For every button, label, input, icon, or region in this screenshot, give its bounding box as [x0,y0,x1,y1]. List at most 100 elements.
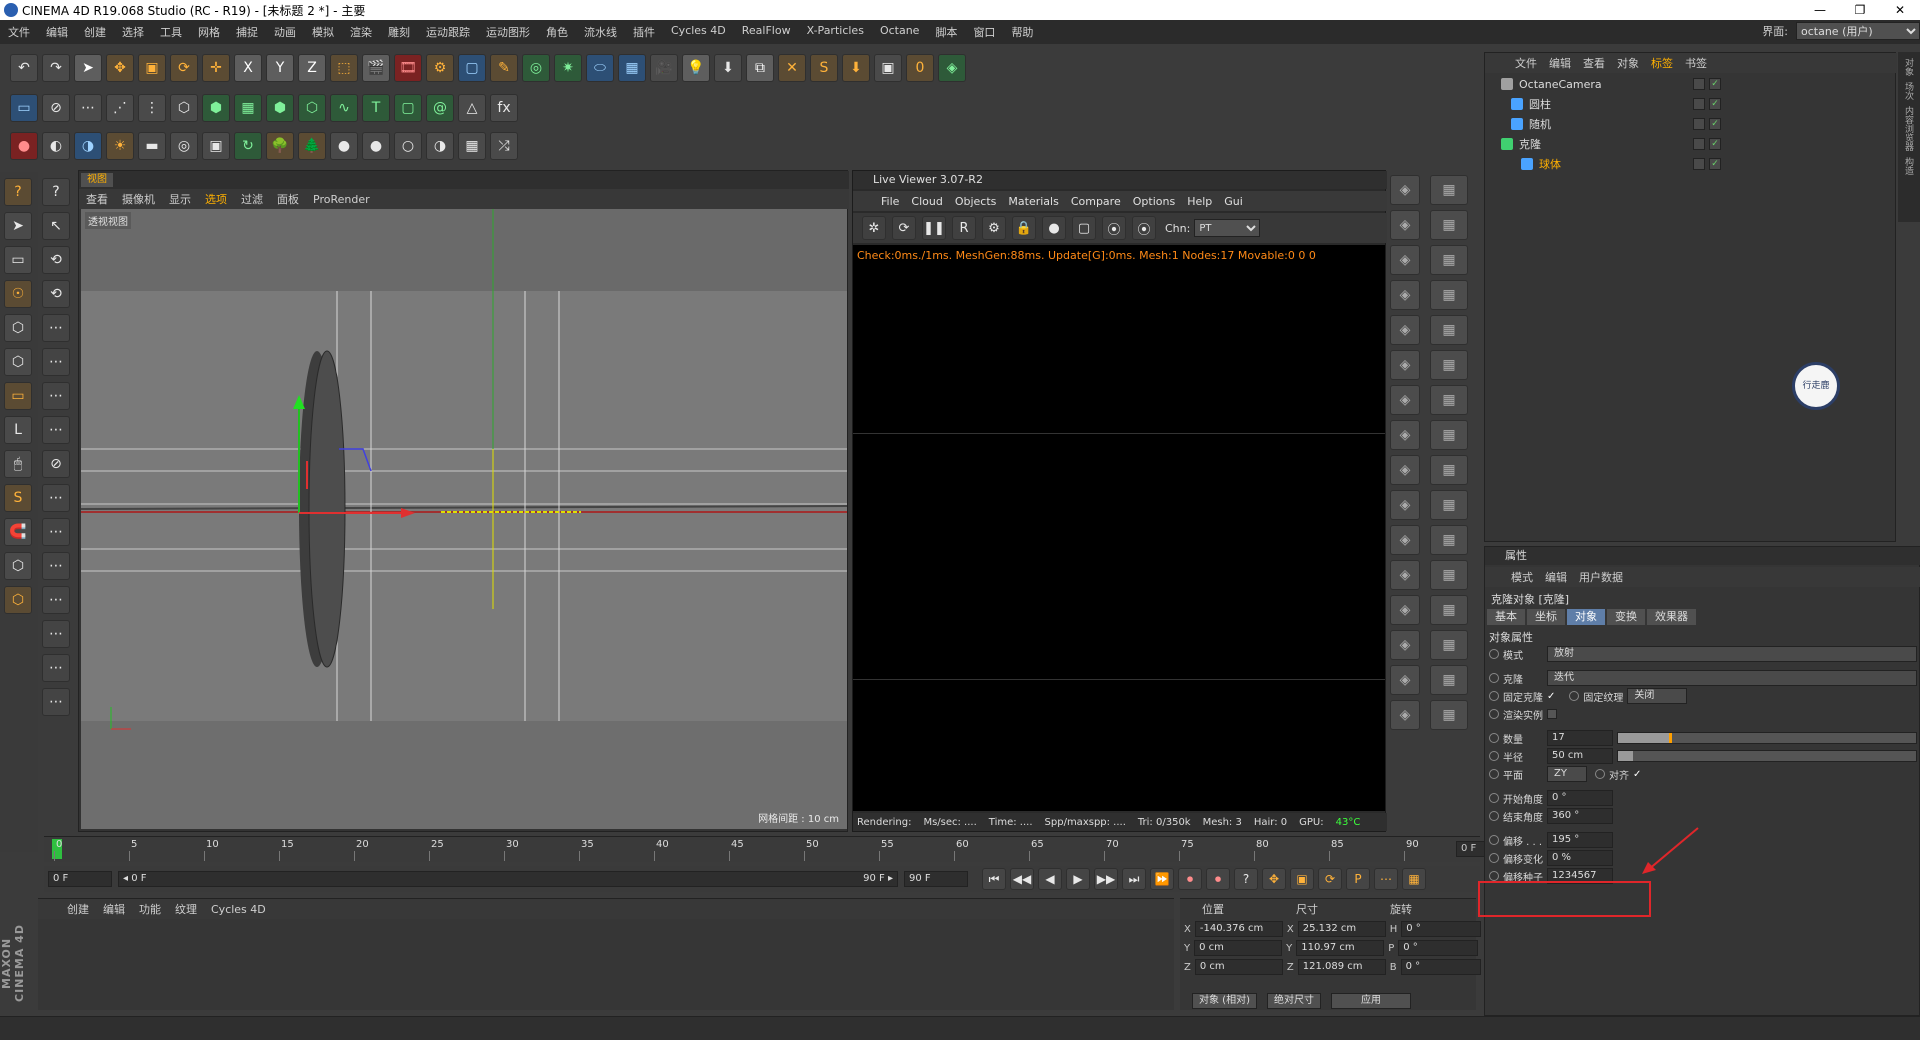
download-icon[interactable]: ⬇ [714,54,742,82]
transport-icon[interactable]: ⋯ [1374,868,1398,890]
live-viewer-tool-icon[interactable]: ⦿ [1102,216,1126,240]
left-tool-icon[interactable]: ? [42,178,70,206]
left-tool-icon[interactable]: ⬡ [4,552,32,580]
render-settings-icon[interactable]: ⚙ [426,54,454,82]
size-field[interactable]: 110.97 cm [1296,940,1385,956]
live-viewer-menu-item[interactable]: Cloud [905,195,948,208]
grid-icon[interactable]: ▦ [234,94,262,122]
octane-tool-icon[interactable]: ◈ [1390,385,1420,415]
enabled-check[interactable]: ✓ [1709,138,1721,150]
left-tool-icon[interactable]: ⋯ [42,688,70,716]
text-icon[interactable]: T [362,94,390,122]
render-instance-checkbox[interactable] [1547,709,1557,719]
live-viewer-menu-item[interactable]: Objects [949,195,1003,208]
object-row[interactable]: 随机 ✓ [1501,115,1891,133]
octane-tool-icon[interactable]: ◈ [1390,455,1420,485]
live-move-icon[interactable]: ✛ [202,54,230,82]
left-tool-icon[interactable]: S [4,484,32,512]
octane-tool-icon[interactable]: ▦ [1430,385,1468,415]
material-menu-item[interactable]: 创建 [60,901,96,917]
live-viewer-tool-icon[interactable]: ⦿ [1132,216,1156,240]
left-tool-icon[interactable]: ⋯ [42,382,70,410]
transport-icon[interactable]: ◀◀ [1010,868,1034,890]
shuffle-icon[interactable]: ⤮ [490,132,518,160]
rect-light-icon[interactable]: ▬ [138,132,166,160]
attributes-tab[interactable]: 基本 [1487,609,1525,625]
start-angle-field[interactable]: 0 ° [1547,790,1613,806]
spline-icon[interactable]: ∿ [330,94,358,122]
end-frame-field[interactable]: 90 F [904,871,968,887]
material-menu-item[interactable]: 纹理 [168,901,204,917]
attributes-tab[interactable]: 对象 [1567,609,1605,625]
cube-icon[interactable]: ▢ [458,54,486,82]
undo-icon[interactable]: ↶ [10,54,38,82]
material-menu-item[interactable]: Cycles 4D [204,903,273,916]
clone-dropdown[interactable]: 迭代 [1547,670,1917,686]
animate-dot[interactable] [1489,835,1499,845]
transport-icon[interactable]: ⏩ [1150,868,1174,890]
sphere-grey-icon[interactable]: ● [330,132,358,160]
live-viewer-tool-icon[interactable]: 🔒 [1012,216,1036,240]
move-icon[interactable]: ✥ [106,54,134,82]
transport-icon[interactable]: ▣ [1290,868,1314,890]
octane-tool-icon[interactable]: ▦ [1430,315,1468,345]
animate-dot[interactable] [1595,769,1605,779]
left-tool-icon[interactable]: ⬡ [4,348,32,376]
menu-item[interactable]: RealFlow [734,24,799,40]
menu-item[interactable]: 创建 [76,24,114,40]
menu-item[interactable]: 帮助 [1003,24,1041,40]
menu-item[interactable]: 脚本 [927,24,965,40]
polygons-icon[interactable]: ⋮ [138,94,166,122]
menu-item[interactable]: X-Particles [799,24,872,40]
transport-icon[interactable]: ✥ [1262,868,1286,890]
menu-item[interactable]: 运动图形 [478,24,538,40]
octane-tool-icon[interactable]: ◈ [1390,595,1420,625]
left-tool-icon[interactable]: ⋯ [42,654,70,682]
radius-field[interactable]: 50 cm [1547,748,1613,764]
viewport-menu-item[interactable]: 选项 [198,191,234,207]
plugin-icon[interactable]: ◈ [938,54,966,82]
fx-icon[interactable]: fx [490,94,518,122]
cube-outline-icon[interactable]: ⬡ [298,94,326,122]
material-menu-item[interactable]: 编辑 [96,901,132,917]
live-viewer-menu-item[interactable]: Materials [1002,195,1064,208]
octane-tool-icon[interactable]: ▦ [1430,175,1468,205]
count-field[interactable]: 17 [1547,730,1613,746]
enabled-check[interactable]: ✓ [1709,158,1721,170]
menu-item[interactable]: 动画 [266,24,304,40]
hexagon-icon[interactable]: ⬢ [202,94,230,122]
left-tool-icon[interactable]: 🖱 [4,450,32,478]
rotation-field[interactable]: 0 ° [1398,940,1479,956]
psr-icon[interactable]: 0 [906,54,934,82]
menu-item[interactable]: Cycles 4D [663,24,734,40]
live-viewer-menu-item[interactable]: Help [1181,195,1218,208]
live-viewer-tool-icon[interactable]: ⚙ [982,216,1006,240]
animate-dot[interactable] [1489,733,1499,743]
viewport-menu-item[interactable]: 查看 [79,191,115,207]
transport-icon[interactable]: ▶▶ [1094,868,1118,890]
sphere-grey2-icon[interactable]: ● [362,132,390,160]
octane-tool-icon[interactable]: ▦ [1430,490,1468,520]
object-row[interactable]: 球体 ✓ [1501,155,1891,173]
tags-icon[interactable]: ⧉ [746,54,774,82]
attributes-menu-item[interactable]: 用户数据 [1573,569,1629,585]
timeline-ruler[interactable]: 0 F 0 5 10 15 20 25 30 35 40 45 50 55 60 65 70 75 80 85 90 [44,836,1520,862]
transport-icon[interactable]: ◀ [1038,868,1062,890]
floor-icon[interactable]: ▦ [618,54,646,82]
left-tool-icon[interactable]: ⊘ [42,450,70,478]
live-viewer-menu-item[interactable]: Gui [1218,195,1249,208]
octane-tool-icon[interactable]: ▦ [1430,665,1468,695]
coordinate-mode-select[interactable]: 对象 (相对) [1192,993,1257,1009]
left-tool-icon[interactable]: ⋯ [42,314,70,342]
menu-item[interactable]: 选择 [114,24,152,40]
left-tool-icon[interactable]: ⋯ [42,518,70,546]
menu-item[interactable]: Octane [872,24,928,40]
size-mode-select[interactable]: 绝对尺寸 [1266,993,1321,1009]
octane-tool-icon[interactable]: ▦ [1430,560,1468,590]
size-field[interactable]: 121.089 cm [1297,959,1386,975]
octane-tool-icon[interactable]: ▦ [1430,280,1468,310]
visibility-toggle[interactable] [1693,98,1705,110]
animate-dot[interactable] [1489,691,1499,701]
cube-green-icon[interactable]: ⬢ [266,94,294,122]
left-tool-icon[interactable]: ⟲ [42,280,70,308]
